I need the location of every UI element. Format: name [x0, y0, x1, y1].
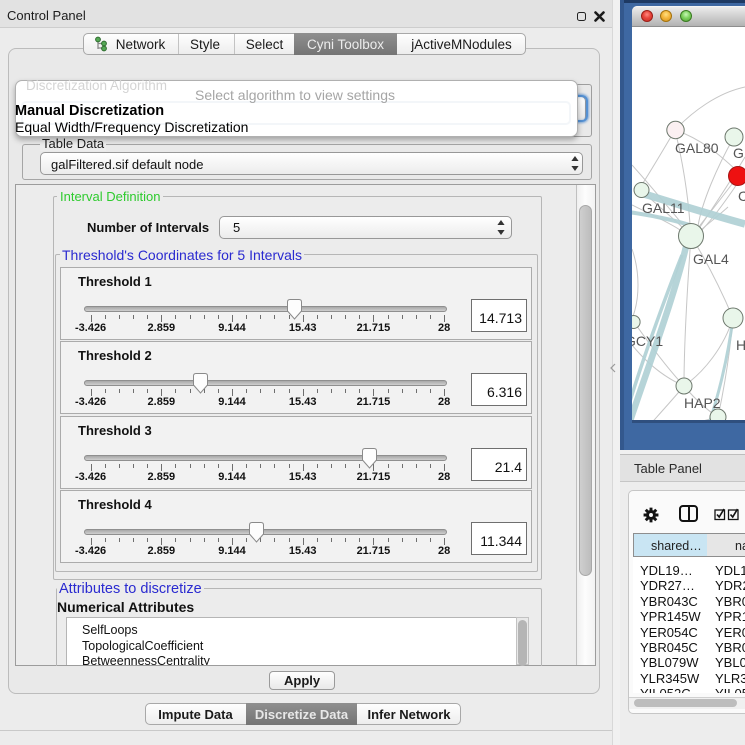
svg-text:GCY1: GCY1	[632, 333, 663, 349]
svg-text:GAL4: GAL4	[693, 251, 729, 267]
svg-text:H: H	[736, 337, 745, 353]
svg-text:HAP2: HAP2	[684, 395, 721, 411]
svg-text:GAL80: GAL80	[675, 140, 719, 156]
svg-text:GAL11: GAL11	[642, 200, 685, 216]
svg-text:G: G	[733, 145, 744, 161]
svg-text:C: C	[738, 188, 745, 204]
